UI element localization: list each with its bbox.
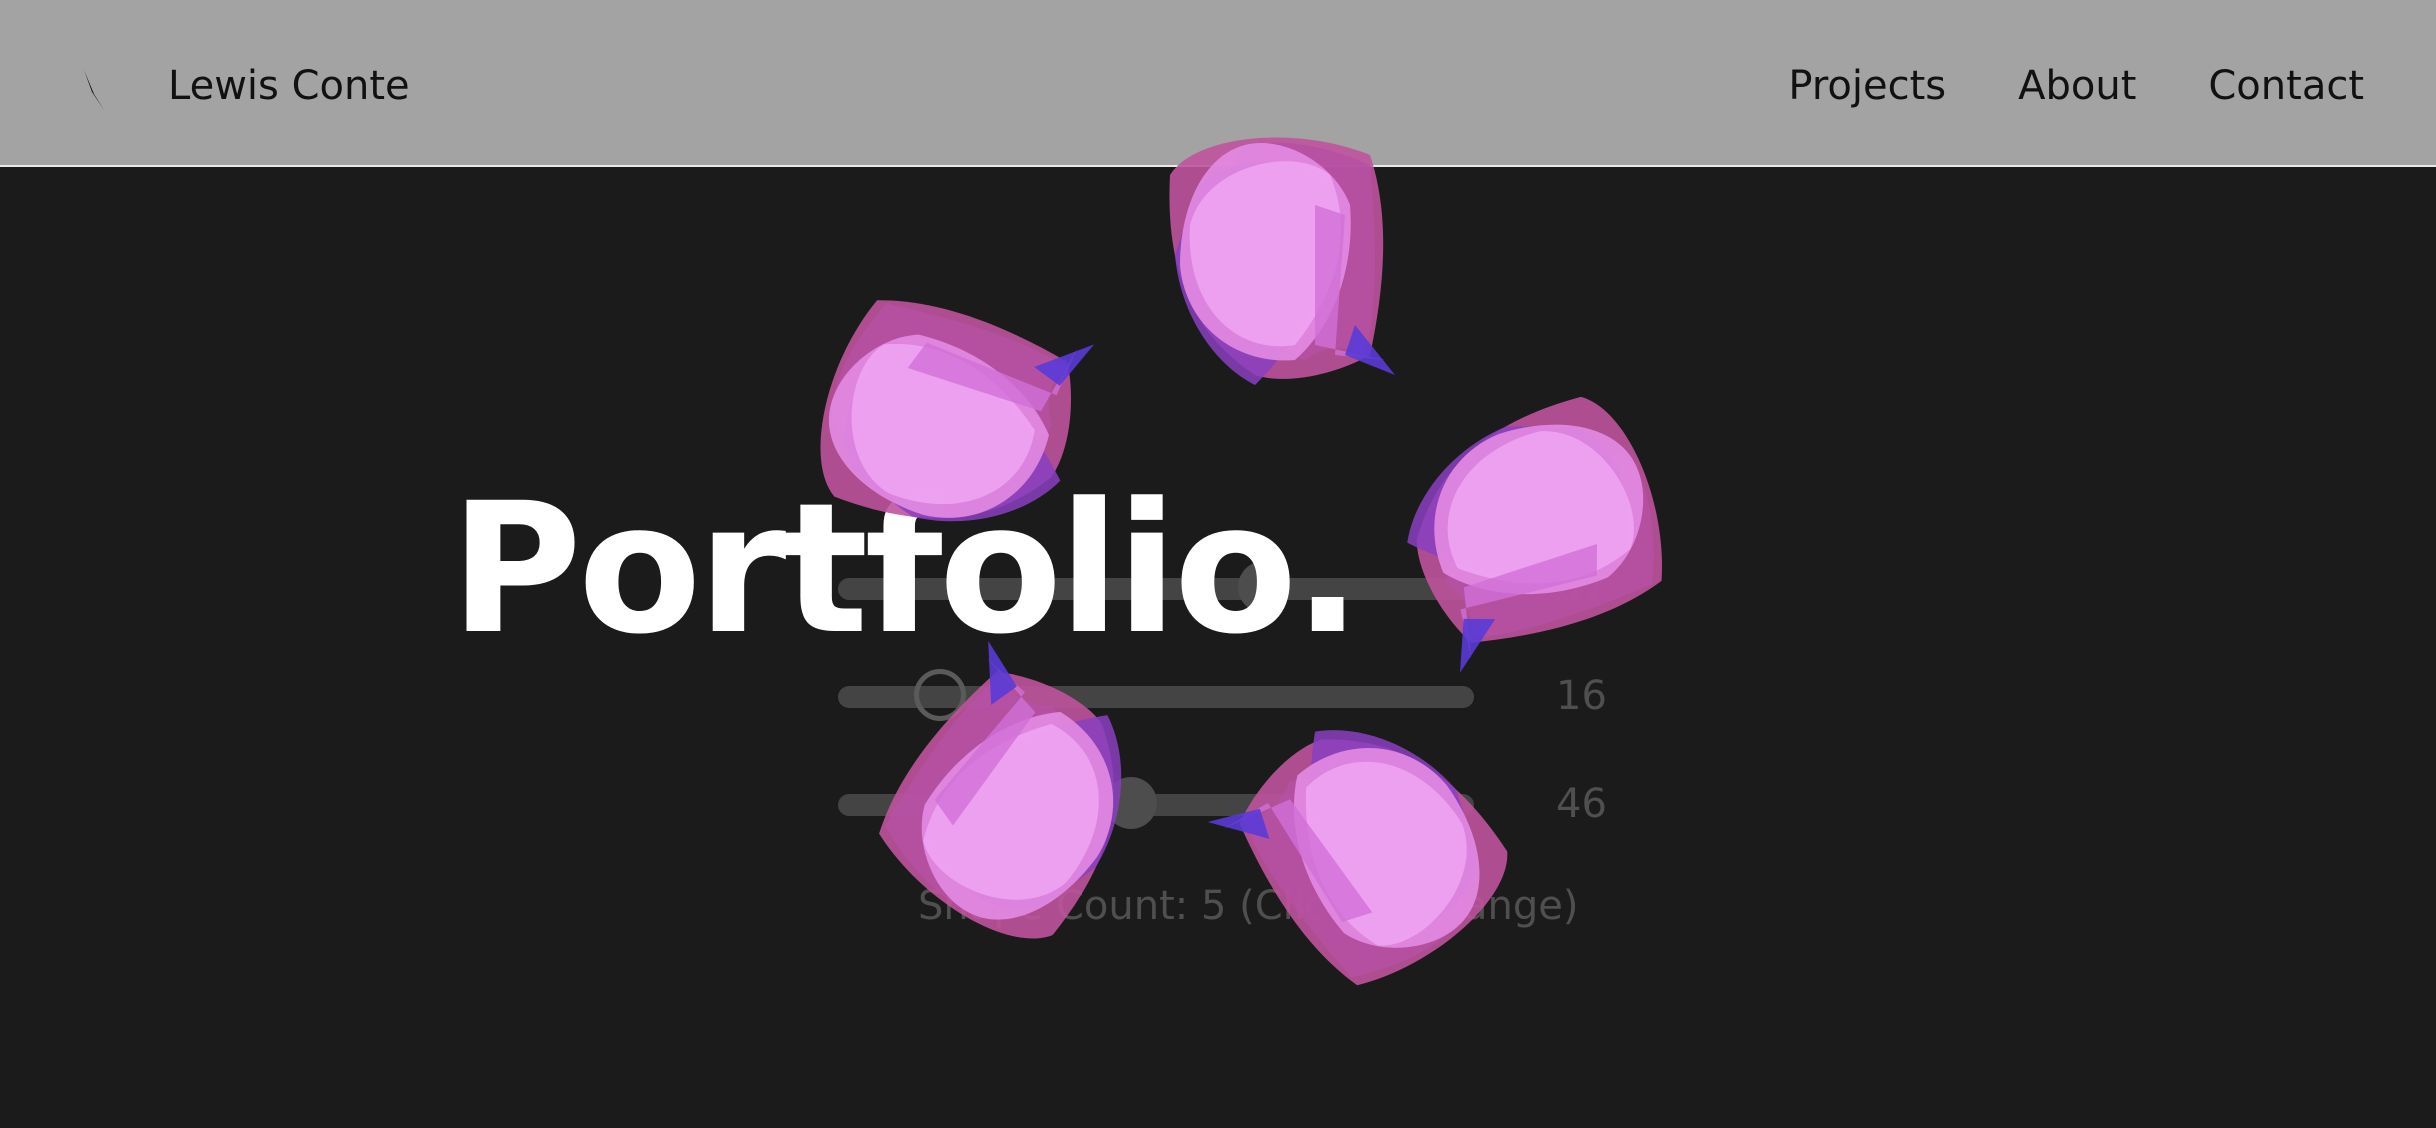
slider-value-3: 46 bbox=[1556, 781, 1607, 827]
brand-name[interactable]: Lewis Conte bbox=[168, 60, 410, 112]
page: Lewis Conte Projects About Contact 67 16… bbox=[0, 0, 2436, 1128]
brush-stroke-icon[interactable] bbox=[78, 66, 108, 112]
nav-contact[interactable]: Contact bbox=[2208, 60, 2364, 112]
nav-projects[interactable]: Projects bbox=[1788, 60, 1946, 112]
shape-count-toggle[interactable]: Shape Count: 5 (Click to change) bbox=[918, 880, 1578, 932]
slider-row-3: 46 bbox=[838, 764, 1618, 872]
petal-top bbox=[1169, 137, 1395, 385]
slider-value-2: 16 bbox=[1556, 673, 1607, 719]
slider-thumb-2[interactable] bbox=[913, 669, 966, 721]
nav-about[interactable]: About bbox=[2018, 60, 2136, 112]
header-bar: Lewis Conte Projects About Contact bbox=[0, 0, 2436, 167]
main-nav: Projects About Contact bbox=[1788, 60, 2364, 112]
hero-title: Portfolio. bbox=[450, 465, 1362, 674]
slider-thumb-3[interactable] bbox=[1104, 777, 1157, 829]
slider-value-1: 67 bbox=[1556, 565, 1607, 611]
